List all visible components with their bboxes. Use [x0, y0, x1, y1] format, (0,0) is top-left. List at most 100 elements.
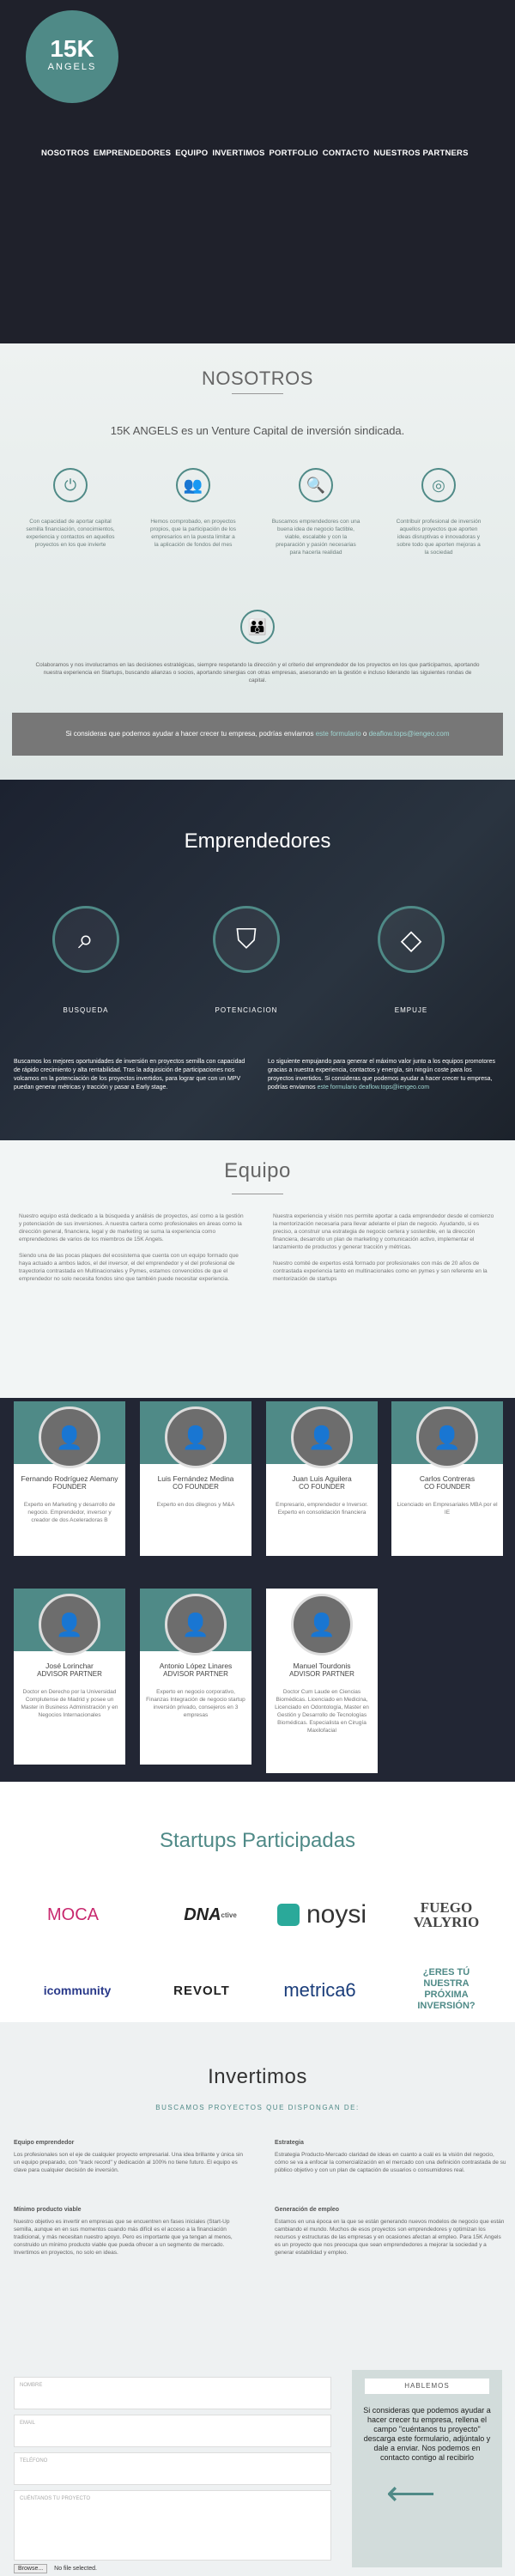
nav-contacto[interactable]: CONTACTO — [323, 149, 370, 158]
avatar: 👤 — [165, 1406, 227, 1468]
feature-users: 👥 Hemos comprobado, en proyectos propios… — [148, 468, 238, 549]
logo-dna[interactable]: DNA ctive — [163, 1889, 258, 1941]
avatar: 👤 — [291, 1594, 353, 1656]
nav-emprendedores[interactable]: EMPRENDEDORES — [94, 149, 171, 158]
nav-partners[interactable]: NUESTROS PARTNERS — [373, 149, 468, 158]
emprendedores-title: Emprendedores — [184, 829, 331, 853]
right-form-link[interactable]: este formulario — [318, 1084, 357, 1091]
invertimos-subtitle: BUSCAMOS PROYECTOS QUE DISPONGAN DE: — [155, 2104, 360, 2111]
logo-fuego-valyrio[interactable]: FUEGO VALYRIO — [395, 1898, 498, 1932]
bullet-empleo: Generación de empleo Estamos en una époc… — [275, 2207, 506, 2257]
member-desc: Doctor Cum Laude en Ciencias Biomédicas.… — [275, 1689, 369, 1734]
member-role: ADVISOR PARTNER — [37, 1670, 102, 1678]
hero-section: 15K ANGELS NOSOTROS EMPRENDEDORES EQUIPO… — [0, 0, 515, 343]
member-name: Juan Luis Aguilera — [292, 1474, 352, 1483]
feature-text: Contribuir profesional de inversión aque… — [396, 519, 482, 556]
bullet-producto: Mínimo producto viable Nuestro objetivo … — [14, 2207, 245, 2257]
globe-icon: ◎ — [421, 468, 456, 502]
member-name: Luis Fernández Medina — [157, 1474, 234, 1483]
member-role: FOUNDER — [52, 1483, 87, 1491]
member-desc: Experto en Marketing y desarrollo de neg… — [23, 1502, 116, 1523]
avatar: 👤 — [39, 1406, 100, 1468]
team-card: 👤 Fernando Rodríguez Alemany FOUNDER Exp… — [14, 1401, 125, 1556]
team-card: 👤 Luis Fernández Medina CO FOUNDER Exper… — [140, 1401, 251, 1556]
nav-equipo[interactable]: EQUIPO — [175, 149, 208, 158]
nosotros-title: NOSOTROS — [202, 368, 313, 389]
arrow-left-icon: ⟵ — [386, 2475, 436, 2512]
team-card: 👤 Juan Luis Aguilera CO FOUNDER Empresar… — [266, 1401, 378, 1556]
member-name: Manuel Tourdonis — [293, 1662, 351, 1670]
logo[interactable]: 15K ANGELS — [26, 10, 118, 103]
file-upload[interactable]: Browse... No file selected. — [14, 2564, 97, 2573]
team-card: 👤 Antonio López Linares ADVISOR PARTNER … — [140, 1589, 251, 1765]
logo-main-text: 15K — [50, 35, 94, 62]
avatar: 👤 — [39, 1594, 100, 1656]
member-role: ADVISOR PARTNER — [163, 1670, 228, 1678]
member-role: CO FOUNDER — [299, 1483, 345, 1491]
feature-search: 🔍 Buscamos emprendedores con una buena i… — [271, 468, 360, 556]
equipo-right-p1: Nuestra experiencia y visión nos permite… — [273, 1213, 494, 1250]
member-role: CO FOUNDER — [173, 1483, 219, 1491]
invertimos-title: Invertimos — [208, 2065, 307, 2088]
nav-portfolio[interactable]: PORTFOLIO — [269, 149, 318, 158]
equipo-left-p2: Siendo una de las pocas plaques del ecos… — [19, 1253, 239, 1282]
feature-text: Con capacidad de aportar capital semilla… — [26, 519, 115, 548]
nav-invertimos[interactable]: INVERTIMOS — [212, 149, 264, 158]
divider — [232, 393, 283, 394]
bullet-equipo: Equipo emprendedor Los profesionales son… — [14, 2140, 245, 2174]
contact-bar: Si consideras que podemos ayudar a hacer… — [12, 713, 503, 756]
hablemos-panel: HABLEMOS Si consideras que podemos ayuda… — [352, 2370, 502, 2567]
nav-nosotros[interactable]: NOSOTROS — [41, 149, 89, 158]
shield-icon: ⛉ — [213, 906, 280, 973]
team-card: 👤 Carlos Contreras CO FOUNDER Licenciado… — [391, 1401, 503, 1556]
avatar: 👤 — [416, 1406, 478, 1468]
users-icon: 👥 — [176, 468, 210, 502]
equipo-left-text: Nuestro equipo está dedicado a la búsque… — [19, 1212, 244, 1283]
phone-field[interactable]: TELÉFONO — [14, 2452, 331, 2485]
logo-sub-text: ANGELS — [47, 62, 97, 72]
member-desc: Empresario, emprendedor e Inversor. Expe… — [276, 1502, 368, 1516]
logo-icommunity[interactable]: icommunity — [26, 1973, 129, 2008]
circle-label-busqueda: BUSQUEDA — [63, 1006, 109, 1014]
bullet-estrategia: Estrategia Estrategia Producto-Mercado c… — [275, 2140, 506, 2174]
bullet-title: Mínimo producto viable — [14, 2207, 82, 2213]
bullet-title: Generación de empleo — [275, 2207, 340, 2213]
contact-text: Si consideras que podemos ayudar a hacer… — [65, 730, 314, 738]
dna-text: DNA — [184, 1905, 221, 1924]
nosotros-subtitle: 15K ANGELS es un Venture Capital de inve… — [110, 424, 405, 437]
dna-suffix: ctive — [221, 1911, 237, 1919]
avatar: 👤 — [165, 1594, 227, 1656]
logo-noysi[interactable]: noysi — [262, 1896, 382, 1934]
logo-metrica6[interactable]: metrica6 — [266, 1971, 373, 2009]
main-nav: NOSOTROS EMPRENDEDORES EQUIPO INVERTIMOS… — [41, 149, 496, 158]
avatar: 👤 — [291, 1406, 353, 1468]
hablemos-title: HABLEMOS — [365, 2379, 489, 2394]
contact-email-link[interactable]: deaflow.tops@iengeo.com — [369, 730, 450, 738]
group-feature: 👪 — [240, 610, 275, 659]
feature-globe: ◎ Contribuir profesional de inversión aq… — [394, 468, 483, 556]
member-name: Antonio López Linares — [159, 1662, 233, 1670]
nosotros-paragraph: Colaboramos y nos involucramos en las de… — [35, 662, 480, 683]
logo-moca[interactable]: MOCA — [26, 1898, 120, 1932]
logo-revolt[interactable]: REVOLT — [150, 1973, 253, 2008]
project-field[interactable]: CUÉNTANOS TU PROYECTO — [14, 2490, 331, 2561]
circle-label-potenciacion: POTENCIACION — [215, 1006, 278, 1014]
hablemos-text: Si consideras que podemos ayudar a hacer… — [363, 2406, 491, 2462]
browse-button[interactable]: Browse... — [14, 2564, 48, 2573]
right-email-link[interactable]: deaflow.tops@iengeo.com — [359, 1084, 429, 1091]
team-card: 👤 Manuel Tourdonis ADVISOR PARTNER Docto… — [266, 1589, 378, 1773]
name-field[interactable]: NOMBRE — [14, 2377, 331, 2409]
bullet-text: Los profesionales son el eje de cualquie… — [14, 2152, 244, 2173]
member-name: Carlos Contreras — [419, 1474, 476, 1483]
equipo-title: Equipo — [224, 1159, 291, 1182]
contact-form-link[interactable]: este formulario — [316, 730, 361, 738]
cta-next-investment[interactable]: ¿ERES TÚ NUESTRA PRÓXIMA INVERSIÓN? — [403, 1966, 489, 2013]
member-name: Fernando Rodríguez Alemany — [21, 1474, 118, 1483]
member-desc: Licenciado en Empresariales MBA por el I… — [397, 1502, 498, 1516]
circle-label-empuje: EMPUJE — [394, 1006, 428, 1014]
email-field[interactable]: EMAIL — [14, 2415, 331, 2447]
member-role: ADVISOR PARTNER — [289, 1670, 354, 1678]
feature-power: ⏻ Con capacidad de aportar capital semil… — [26, 468, 115, 549]
bullet-text: Estamos en una época en la que se están … — [275, 2219, 505, 2256]
member-desc: Experto en dos dilegnos y M&A — [156, 1502, 235, 1508]
